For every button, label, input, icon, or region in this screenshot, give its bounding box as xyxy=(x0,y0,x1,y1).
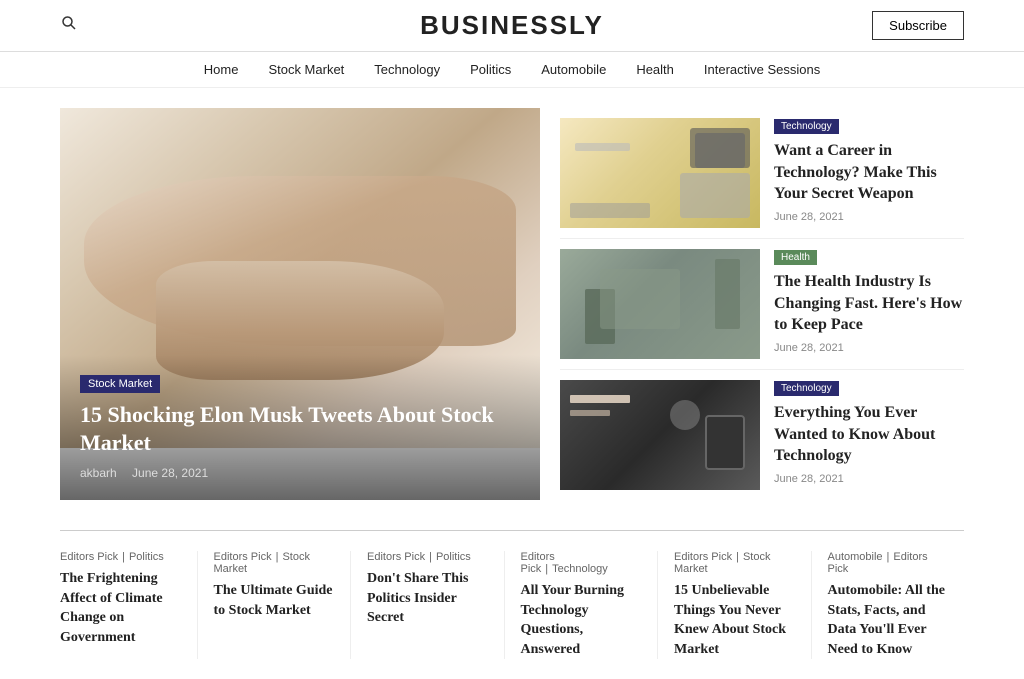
featured-date: June 28, 2021 xyxy=(132,466,208,480)
bottom-card-5[interactable]: Editors Pick|Stock Market 15 Unbelievabl… xyxy=(658,551,812,659)
search-area xyxy=(60,14,140,37)
nav-automobile[interactable]: Automobile xyxy=(541,62,606,77)
featured-author: akbarh xyxy=(80,466,117,480)
side-article-3[interactable]: Technology Everything You Ever Wanted to… xyxy=(560,370,964,500)
bottom-card-5-cats: Editors Pick|Stock Market xyxy=(674,551,795,575)
featured-category-badge: Stock Market xyxy=(80,375,160,393)
side-article-1[interactable]: Technology Want a Career in Technology? … xyxy=(560,108,964,239)
side-article-2[interactable]: Health The Health Industry Is Changing F… xyxy=(560,239,964,370)
featured-overlay: Stock Market 15 Shocking Elon Musk Tweet… xyxy=(60,355,540,500)
bottom-card-3-title: Don't Share This Politics Insider Secret xyxy=(367,569,488,628)
section-divider xyxy=(60,530,964,531)
bottom-card-1-cats: Editors Pick|Politics xyxy=(60,551,181,563)
side-thumb-3 xyxy=(560,380,760,490)
nav-health[interactable]: Health xyxy=(636,62,674,77)
side-info-3: Technology Everything You Ever Wanted to… xyxy=(774,380,964,490)
side-title-3: Everything You Ever Wanted to Know About… xyxy=(774,402,964,467)
nav-stock-market[interactable]: Stock Market xyxy=(268,62,344,77)
bottom-card-6-title: Automobile: All the Stats, Facts, and Da… xyxy=(828,581,949,659)
bottom-card-4-title: All Your Burning Technology Questions, A… xyxy=(521,581,642,659)
bottom-card-1-title: The Frightening Affect of Climate Change… xyxy=(60,569,181,647)
side-date-2: June 28, 2021 xyxy=(774,342,964,354)
featured-title: 15 Shocking Elon Musk Tweets About Stock… xyxy=(80,401,520,458)
featured-meta: akbarh June 28, 2021 xyxy=(80,466,520,480)
site-logo: BUSINESSLY xyxy=(420,10,604,41)
bottom-articles: Editors Pick|Politics The Frightening Af… xyxy=(0,541,1024,679)
side-articles: Technology Want a Career in Technology? … xyxy=(560,108,964,500)
bottom-card-6-cats: Automobile|Editors Pick xyxy=(828,551,949,575)
main-content: Stock Market 15 Shocking Elon Musk Tweet… xyxy=(0,88,1024,520)
side-cat-badge-3: Technology xyxy=(774,381,839,396)
bottom-card-3[interactable]: Editors Pick|Politics Don't Share This P… xyxy=(351,551,505,659)
side-info-2: Health The Health Industry Is Changing F… xyxy=(774,249,964,359)
nav-politics[interactable]: Politics xyxy=(470,62,511,77)
site-header: BUSINESSLY Subscribe xyxy=(0,0,1024,52)
search-icon[interactable] xyxy=(60,14,78,32)
side-thumb-2 xyxy=(560,249,760,359)
bottom-card-4-cats: Editors Pick|Technology xyxy=(521,551,642,575)
side-thumb-1 xyxy=(560,118,760,228)
featured-article[interactable]: Stock Market 15 Shocking Elon Musk Tweet… xyxy=(60,108,540,500)
bottom-card-2[interactable]: Editors Pick|Stock Market The Ultimate G… xyxy=(198,551,352,659)
bottom-card-3-cats: Editors Pick|Politics xyxy=(367,551,488,563)
side-date-3: June 28, 2021 xyxy=(774,473,964,485)
bottom-card-2-cats: Editors Pick|Stock Market xyxy=(214,551,335,575)
bottom-card-5-title: 15 Unbelievable Things You Never Knew Ab… xyxy=(674,581,795,659)
bottom-card-2-title: The Ultimate Guide to Stock Market xyxy=(214,581,335,620)
side-title-2: The Health Industry Is Changing Fast. He… xyxy=(774,271,964,336)
bottom-card-1[interactable]: Editors Pick|Politics The Frightening Af… xyxy=(60,551,198,659)
side-cat-badge-1: Technology xyxy=(774,119,839,134)
side-date-1: June 28, 2021 xyxy=(774,211,964,223)
bottom-card-4[interactable]: Editors Pick|Technology All Your Burning… xyxy=(505,551,659,659)
nav-home[interactable]: Home xyxy=(204,62,239,77)
header-actions: Subscribe xyxy=(884,11,964,40)
side-cat-badge-2: Health xyxy=(774,250,817,265)
nav-interactive-sessions[interactable]: Interactive Sessions xyxy=(704,62,820,77)
main-nav: Home Stock Market Technology Politics Au… xyxy=(0,52,1024,88)
nav-technology[interactable]: Technology xyxy=(374,62,440,77)
side-title-1: Want a Career in Technology? Make This Y… xyxy=(774,140,964,205)
subscribe-button[interactable]: Subscribe xyxy=(872,11,964,40)
bottom-card-6[interactable]: Automobile|Editors Pick Automobile: All … xyxy=(812,551,965,659)
side-info-1: Technology Want a Career in Technology? … xyxy=(774,118,964,228)
